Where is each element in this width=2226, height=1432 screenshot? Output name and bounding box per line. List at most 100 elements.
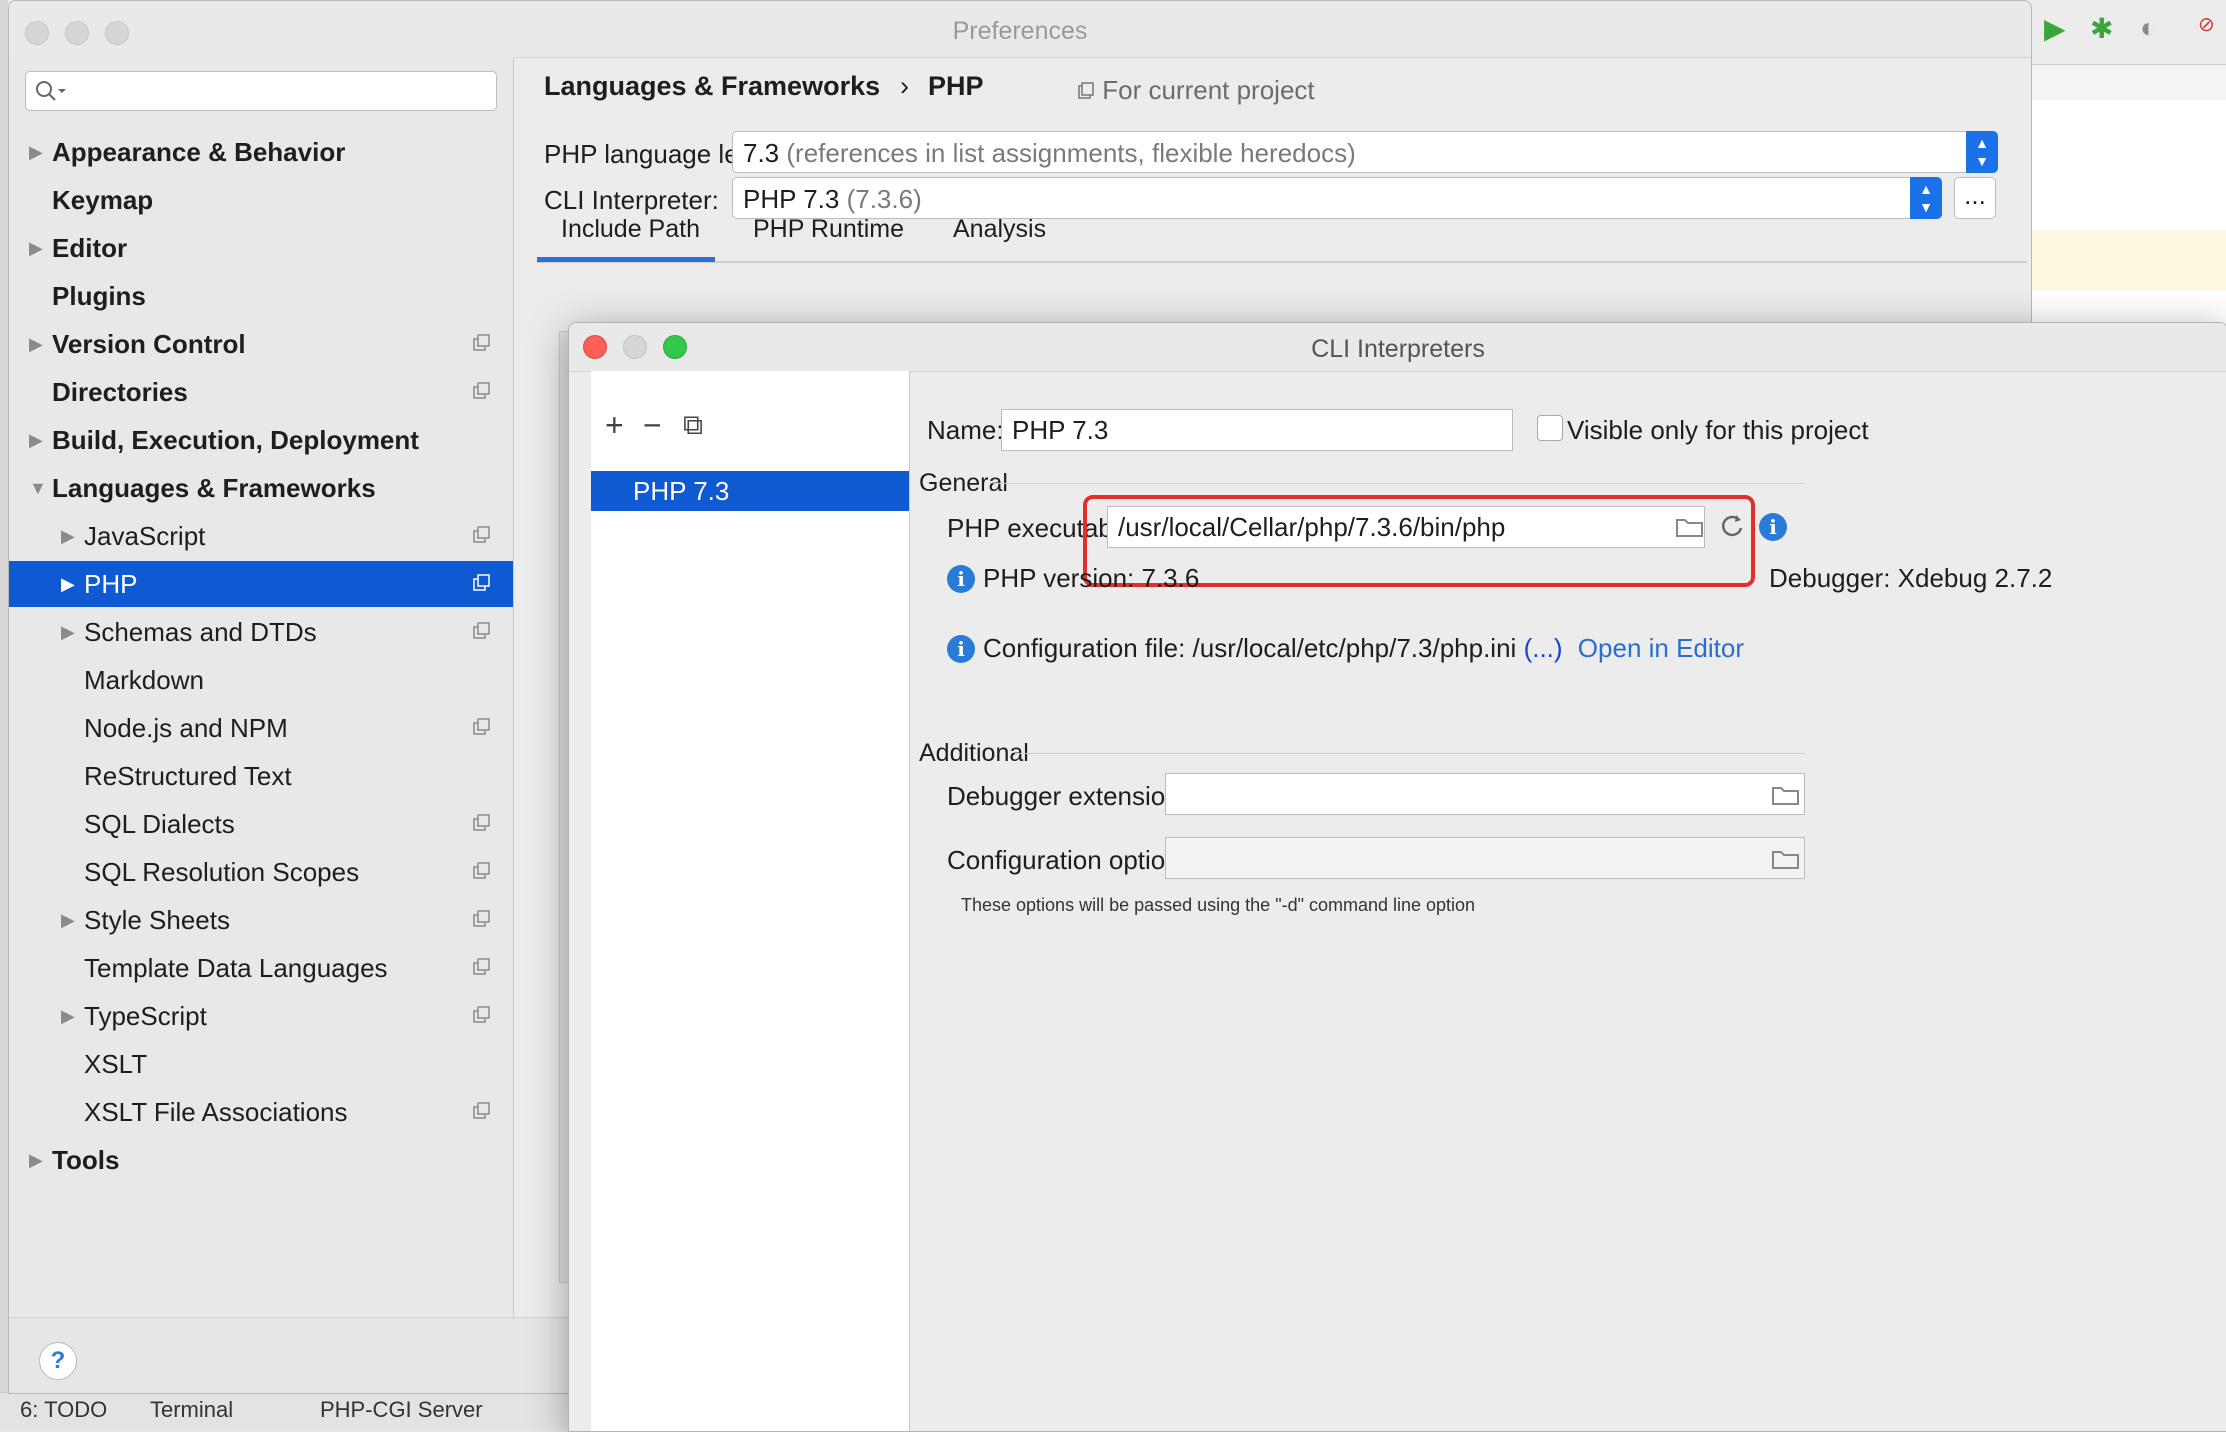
help-button[interactable]: ?: [39, 1342, 77, 1380]
configuration-options-label: Configuration options:: [947, 845, 1200, 875]
sidebar-item-label: JavaScript: [84, 521, 206, 551]
ide-toolbar: ▶ ✱ ◐ ⊘: [2030, 0, 2226, 65]
config-file-text: Configuration file: /usr/local/etc/php/7…: [983, 633, 1744, 664]
sidebar-item[interactable]: XSLT File Associations: [9, 1089, 513, 1135]
sidebar-item-label: Template Data Languages: [84, 953, 388, 983]
ide-left-edge: [0, 0, 8, 1430]
name-label: Name:: [927, 415, 1004, 445]
stop-icon[interactable]: ⊘: [2198, 12, 2215, 37]
remove-interpreter-icon[interactable]: −: [643, 407, 662, 444]
sidebar-item-label: Appearance & Behavior: [52, 137, 346, 167]
sidebar-item[interactable]: Markdown: [9, 657, 513, 703]
for-current-project: For current project: [1077, 75, 1315, 106]
sidebar-item[interactable]: ▶ Version Control: [9, 321, 513, 367]
chevron-right-icon[interactable]: ▶: [61, 561, 75, 607]
preferences-titlebar: Preferences: [9, 1, 2031, 58]
chevron-right-icon[interactable]: ▶: [61, 897, 75, 943]
sidebar-item-label: Schemas and DTDs: [84, 617, 317, 647]
sidebar-item-label: TypeScript: [84, 1001, 207, 1031]
tab-divider: [537, 261, 2027, 263]
chevron-down-icon[interactable]: ▼: [29, 465, 47, 511]
language-level-value: 7.3: [743, 138, 780, 168]
project-scope-icon: [473, 526, 490, 543]
chevron-right-icon[interactable]: ▶: [29, 225, 43, 271]
project-scope-icon: [473, 1102, 490, 1119]
chevron-right-icon[interactable]: ▶: [61, 609, 75, 655]
sidebar-item[interactable]: ▶ JavaScript: [9, 513, 513, 559]
chevron-right-icon[interactable]: ▶: [29, 417, 43, 463]
add-interpreter-icon[interactable]: +: [605, 407, 624, 444]
sidebar-item[interactable]: ▶ Build, Execution, Deployment: [9, 417, 513, 463]
chevron-right-icon[interactable]: ▶: [61, 513, 75, 559]
dialog-splitter[interactable]: [909, 371, 910, 1431]
todo-tab[interactable]: 6: TODO: [20, 1397, 107, 1423]
tab-include-path[interactable]: Include Path: [561, 215, 700, 244]
debug-icon[interactable]: ✱: [2090, 12, 2113, 45]
sidebar-item[interactable]: ▶ Editor: [9, 225, 513, 271]
project-icon: [1078, 82, 1094, 99]
sidebar-item[interactable]: Node.js and NPM: [9, 705, 513, 751]
configuration-options-field[interactable]: [1165, 837, 1805, 879]
sidebar-item[interactable]: SQL Dialects: [9, 801, 513, 847]
sidebar-item-label: XSLT: [84, 1049, 148, 1079]
project-scope-icon: [473, 1006, 490, 1023]
interpreters-list-panel: + − ⧉ PHP 7.3: [591, 371, 910, 1431]
terminal-tab[interactable]: Terminal: [150, 1397, 233, 1423]
cli-interpreter-combo[interactable]: PHP 7.3 (7.3.6) ▲ ▼: [732, 177, 1942, 219]
coverage-icon[interactable]: ◐: [2140, 12, 2157, 44]
config-file-info-icon: i: [947, 635, 975, 663]
sidebar-item[interactable]: SQL Resolution Scopes: [9, 849, 513, 895]
breadcrumb-parent: Languages & Frameworks: [544, 71, 881, 101]
sidebar-item[interactable]: Directories: [9, 369, 513, 415]
sidebar-item[interactable]: ▶ Tools: [9, 1137, 513, 1183]
interpreter-more-button[interactable]: ...: [1954, 177, 1996, 219]
copy-interpreter-icon[interactable]: ⧉: [683, 409, 703, 442]
sidebar-item[interactable]: ReStructured Text: [9, 753, 513, 799]
sidebar-item-label: SQL Dialects: [84, 809, 235, 839]
project-scope-icon: [473, 718, 490, 735]
folder-icon[interactable]: [1771, 783, 1801, 807]
sidebar-item[interactable]: ▶ Schemas and DTDs: [9, 609, 513, 655]
info-icon[interactable]: i: [1759, 513, 1787, 541]
interpreter-list-item[interactable]: PHP 7.3: [591, 471, 909, 511]
debugger-extension-field[interactable]: [1165, 773, 1805, 815]
cli-interpreter-value: PHP 7.3: [743, 184, 840, 214]
sidebar-item[interactable]: ▶ TypeScript: [9, 993, 513, 1039]
visible-only-checkbox[interactable]: [1537, 415, 1563, 441]
tab-analysis[interactable]: Analysis: [953, 215, 1046, 244]
php-server-tab[interactable]: PHP-CGI Server: [320, 1397, 483, 1423]
chevron-right-icon[interactable]: ▶: [61, 993, 75, 1039]
sidebar-item[interactable]: Template Data Languages: [9, 945, 513, 991]
sidebar-item-label: ReStructured Text: [84, 761, 292, 791]
tab-php-runtime[interactable]: PHP Runtime: [753, 215, 904, 244]
name-field[interactable]: PHP 7.3: [1001, 409, 1513, 451]
ide-editor: [2030, 100, 2226, 330]
sidebar-item[interactable]: ▼ Languages & Frameworks: [9, 465, 513, 511]
sidebar-item-label: Plugins: [52, 281, 146, 311]
general-divider: [993, 483, 1805, 484]
open-in-editor-link[interactable]: Open in Editor: [1578, 633, 1744, 663]
sidebar-item[interactable]: ▶ PHP: [9, 561, 513, 607]
settings-search-field[interactable]: [25, 71, 497, 111]
language-level-combo[interactable]: 7.3 (references in list assignments, fle…: [732, 131, 1998, 173]
project-scope-icon: [473, 382, 490, 399]
sidebar-item[interactable]: ▶ Appearance & Behavior: [9, 129, 513, 175]
chevron-right-icon[interactable]: ▶: [29, 129, 43, 175]
folder-icon[interactable]: [1771, 847, 1801, 871]
search-icon: [36, 81, 66, 101]
sidebar-item[interactable]: Keymap: [9, 177, 513, 223]
search-input[interactable]: [70, 74, 484, 108]
config-more-link[interactable]: (...): [1524, 633, 1563, 663]
chevron-right-icon[interactable]: ▶: [29, 1137, 43, 1183]
sidebar-item[interactable]: XSLT: [9, 1041, 513, 1087]
run-icon[interactable]: ▶: [2044, 12, 2066, 45]
chevron-right-icon[interactable]: ▶: [29, 321, 43, 367]
chevron-updown-icon: ▲ ▼: [1966, 131, 1998, 173]
for-current-project-label: For current project: [1102, 75, 1315, 105]
debugger-extension-label: Debugger extension:: [947, 781, 1187, 811]
sidebar-item[interactable]: Plugins: [9, 273, 513, 319]
additional-divider: [1015, 753, 1805, 754]
configuration-options-hint: These options will be passed using the "…: [961, 895, 1476, 915]
sidebar-item[interactable]: ▶ Style Sheets: [9, 897, 513, 943]
debugger-text: Debugger: Xdebug 2.7.2: [1769, 563, 2053, 593]
